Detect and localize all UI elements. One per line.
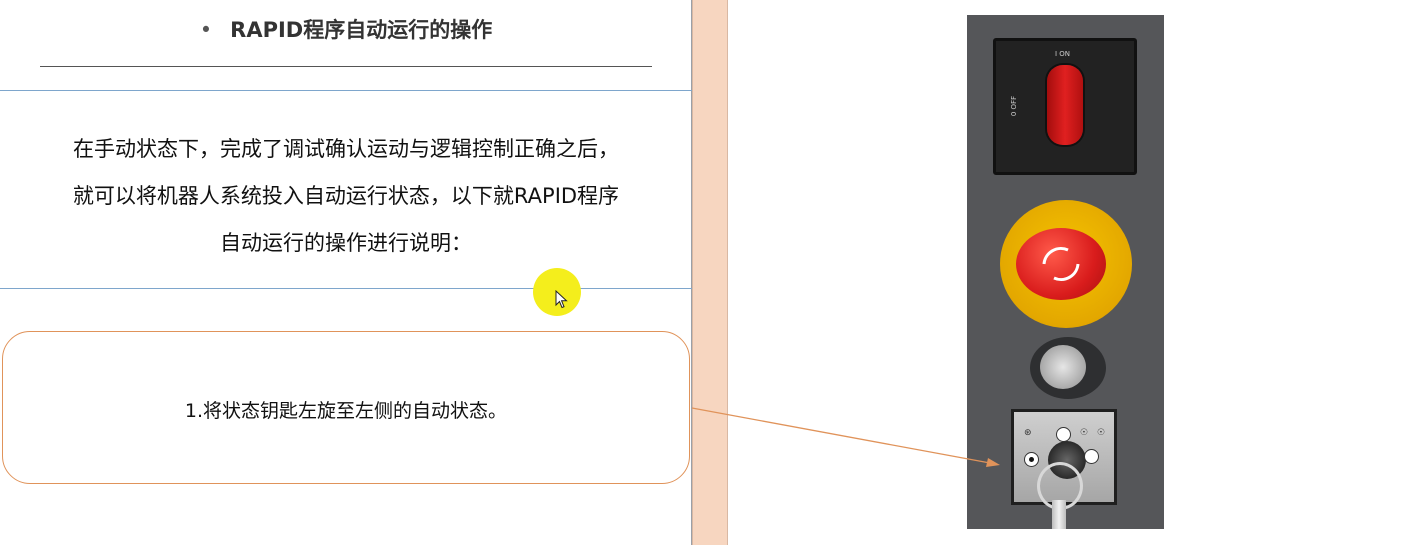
step-callout-box: 1.将状态钥匙左旋至左侧的自动状态。: [2, 331, 690, 484]
mouse-pointer-icon: [555, 290, 568, 309]
slide-title: • RAPID程序自动运行的操作: [0, 14, 692, 44]
emergency-stop-icon: [1016, 228, 1106, 300]
step-text: 1.将状态钥匙左旋至左侧的自动状态。: [184, 400, 508, 422]
manual-position-marker: [1056, 427, 1071, 442]
intro-bottom-rule: [0, 288, 692, 289]
intro-line-3: 自动运行的操作进行说明：: [220, 231, 472, 255]
auto-mode-symbol-icon: ⊛: [1024, 428, 1032, 438]
intro-line-2: 就可以将机器人系统投入自动运行状态，以下就RAPID程序: [72, 184, 620, 208]
slide-divider: [692, 0, 728, 545]
title-underline: [40, 66, 652, 67]
manual-mode-symbol-icon: ☉: [1080, 428, 1089, 438]
full-speed-position-marker: [1084, 449, 1099, 464]
switch-on-label: I ON: [1055, 50, 1071, 58]
estop-arrows-icon: [1042, 246, 1080, 282]
intro-paragraph: 在手动状态下，完成了调试确认运动与逻辑控制正确之后， 就可以将机器人系统投入自动…: [0, 126, 692, 267]
motor-on-lamp-icon: [1040, 345, 1086, 389]
intro-line-1: 在手动状态下，完成了调试确认运动与逻辑控制正确之后，: [73, 137, 619, 161]
switch-off-label: 0 OFF: [1010, 95, 1019, 117]
key-icon: [1052, 500, 1066, 529]
title-text: RAPID程序自动运行的操作: [230, 18, 493, 42]
auto-position-marker: [1024, 452, 1039, 467]
instruction-slide: • RAPID程序自动运行的操作 在手动状态下，完成了调试确认运动与逻辑控制正确之…: [0, 0, 692, 545]
title-bullet: •: [199, 18, 213, 42]
manual-full-speed-symbol-icon: ☉: [1097, 428, 1106, 438]
main-power-switch-knob: [1047, 65, 1083, 145]
intro-top-rule: [0, 90, 692, 91]
